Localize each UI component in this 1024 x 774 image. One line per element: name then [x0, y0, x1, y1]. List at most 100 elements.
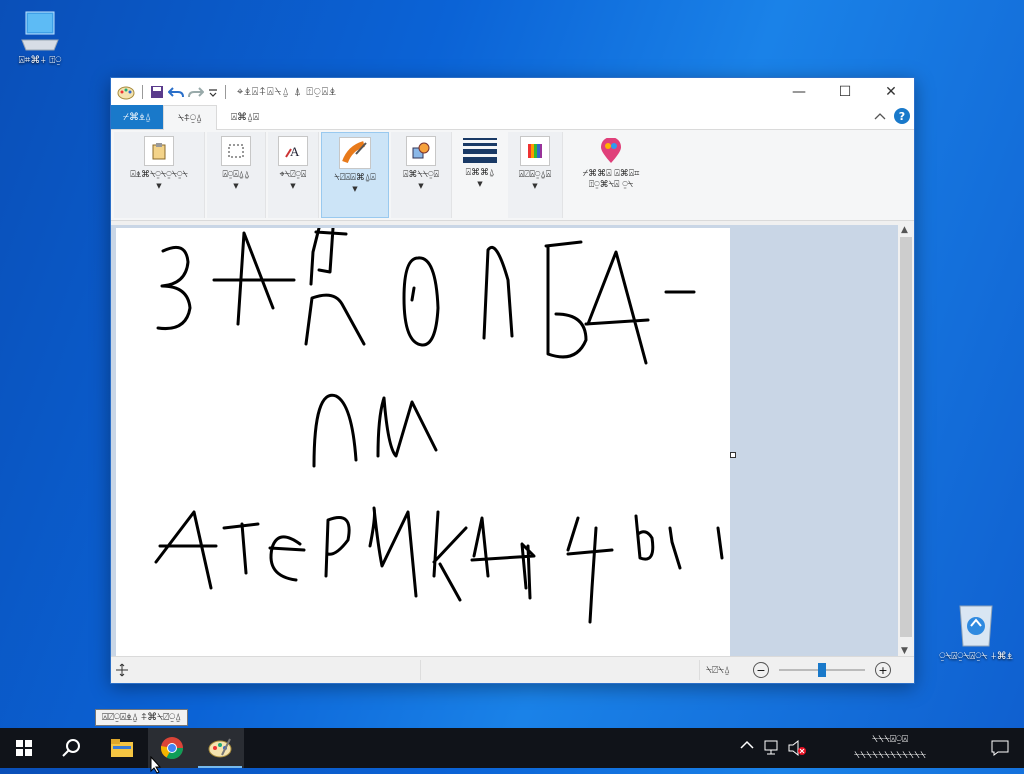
volume-muted-icon — [788, 739, 806, 757]
maximize-button[interactable]: ☐ — [822, 78, 868, 105]
show-hidden-icons-button[interactable] — [740, 740, 756, 756]
save-icon[interactable] — [150, 85, 164, 99]
desktop-icon-this-pc[interactable]: ⍓⌗⌘⍭ ⍐⍜ — [2, 10, 78, 66]
help-icon[interactable]: ? — [894, 108, 910, 124]
handwritten-drawing — [154, 228, 724, 624]
tab-view[interactable]: ⍓⌘⍙⍓ — [217, 105, 273, 129]
chevron-up-icon — [740, 740, 754, 749]
tab-home[interactable]: ⍀⍏⍜⍙ — [163, 105, 217, 130]
svg-text:A: A — [290, 144, 300, 159]
clock-date: ⍀⍀⍀⍀⍀⍀⍀⍀⍀⍀⍀⍀ — [854, 750, 926, 761]
chevron-down-icon: ▼ — [477, 180, 483, 188]
minimize-button[interactable]: — — [776, 78, 822, 105]
paint-window: ⌖⍎⍓⍏⍓⍀⍙ ⍋ ⍐⍜⍓⍎ — ☐ ✕ ⌿⌘⍎⍙ ⍀⍏⍜⍙ ⍓⌘⍙⍓ ? ⍓⍎… — [110, 77, 915, 684]
taskbar: ⍀⍀⍀⍓⍜⍓ ⍀⍀⍀⍀⍀⍀⍀⍀⍀⍀⍀⍀ — [0, 728, 1024, 774]
ribbon-right-controls: ? — [874, 108, 910, 124]
chevron-down-icon: ▼ — [233, 182, 239, 190]
select-icon — [221, 136, 251, 166]
search-button[interactable] — [48, 728, 96, 768]
chrome-icon — [161, 737, 183, 759]
size-group[interactable]: ⍓⌘⌘⍙ ▼ — [454, 132, 506, 218]
vertical-scrollbar[interactable]: ▲ ▼ — [898, 225, 914, 656]
colours-icon — [520, 136, 550, 166]
search-icon — [62, 739, 80, 757]
ribbon-group-label: ⍀⍁⍓⍓⌘⍙⍓ — [334, 173, 376, 183]
scroll-down-icon[interactable]: ▼ — [901, 646, 908, 656]
paint3d-icon — [596, 136, 626, 166]
shapes-group[interactable]: ⍓⌘⍀⍀⍜⍓ ▼ — [391, 132, 452, 218]
status-bar: ⍀⍁⍀⍙ − + — [111, 656, 914, 683]
zoom-out-button[interactable]: − — [753, 662, 769, 678]
zoom-slider-thumb[interactable] — [818, 663, 826, 677]
taskbar-paint[interactable] — [196, 728, 244, 768]
paint-app-icon — [208, 738, 232, 758]
customize-quick-access-icon[interactable] — [208, 86, 218, 98]
window-title: ⌖⍎⍓⍏⍓⍀⍙ ⍋ ⍐⍜⍓⍎ — [237, 84, 337, 98]
desktop-icon-recycle-bin[interactable]: ⍜⍀⍓⍜⍀⍓⍜⍀ ⍭⌘⍎ — [938, 602, 1014, 662]
chevron-down-icon: ▼ — [352, 185, 358, 193]
desktop-icon-label: ⍓⌗⌘⍭ ⍐⍜ — [18, 55, 62, 66]
start-button[interactable] — [0, 728, 48, 768]
drawing-canvas[interactable] — [116, 228, 730, 656]
recycle-bin-icon — [959, 605, 993, 647]
taskbar-tooltip: ⍓⍁⍜⍓⍎⍙ ⍏⌘⍀⍁⍜⍙ — [95, 709, 189, 726]
image-group[interactable]: ⍓⍜⍓⍙⍙ ▼ — [207, 132, 266, 218]
title-bar: ⌖⍎⍓⍏⍓⍀⍙ ⍋ ⍐⍜⍓⍎ — ☐ ✕ — [111, 78, 914, 105]
taskbar-file-explorer[interactable] — [98, 728, 146, 768]
desktop-icon-label: ⍜⍀⍓⍜⍀⍓⍜⍀ ⍭⌘⍎ — [939, 651, 1013, 662]
status-divider — [699, 660, 700, 680]
zoom-level-text: ⍀⍁⍀⍙ — [706, 664, 730, 676]
volume-status[interactable] — [788, 739, 808, 760]
zoom-slider[interactable] — [779, 663, 865, 677]
brushes-group[interactable]: ⍀⍁⍓⍓⌘⍙⍓ ▼ — [321, 132, 389, 218]
colours-group[interactable]: ⍓⍁⍓⍜⍙⍓ ▼ — [508, 132, 563, 218]
redo-icon[interactable] — [188, 85, 204, 99]
cursor-position-icon — [116, 663, 128, 677]
chevron-down-icon: ▼ — [418, 182, 424, 190]
ribbon: ⍓⍎⌘⍀⍜⍀⍜⍀⍜⍀ ▼ ⍓⍜⍓⍙⍙ ▼ A ⌖⍀⍁⍜⍓ ▼ ⍀⍁⍓⍓⌘⍙⍓ ▼ — [111, 130, 914, 221]
resize-handle[interactable] — [730, 452, 736, 458]
brush-icon — [339, 137, 371, 169]
size-icon — [463, 136, 497, 164]
shapes-icon — [406, 136, 436, 166]
network-icon — [764, 740, 778, 755]
canvas-area[interactable] — [111, 225, 898, 656]
ribbon-group-label: ⍓⍜⍓⍙⍙ — [222, 170, 250, 180]
folder-icon — [111, 739, 133, 757]
network-status[interactable] — [764, 739, 782, 760]
undo-icon[interactable] — [168, 85, 184, 99]
zoom-in-button[interactable]: + — [875, 662, 891, 678]
mouse-cursor-icon — [150, 756, 162, 774]
ribbon-group-label: ⍓⌘⍀⍀⍜⍓ — [402, 170, 439, 180]
separator — [225, 84, 226, 99]
tab-file[interactable]: ⌿⌘⍎⍙ — [111, 105, 163, 129]
quick-access-toolbar — [117, 78, 229, 105]
ribbon-group-label: ⌿⌘⌘⍓ ⍓⌘⍓⌗ — [582, 169, 640, 179]
close-button[interactable]: ✕ — [868, 78, 914, 105]
ribbon-group-label: ⍓⍎⌘⍀⍜⍀⍜⍀⍜⍀ — [130, 170, 188, 180]
paint-app-icon[interactable] — [117, 83, 135, 101]
ribbon-group-label: ⍓⌘⌘⍙ — [465, 168, 495, 178]
separator — [142, 84, 143, 99]
notification-icon — [991, 740, 1009, 756]
notifications-button[interactable] — [976, 728, 1024, 768]
chevron-down-icon: ▼ — [156, 182, 162, 190]
chevron-down-icon: ▼ — [290, 182, 296, 190]
tools-group[interactable]: A ⌖⍀⍁⍜⍓ ▼ — [268, 132, 319, 218]
clock-time: ⍀⍀⍀⍓⍜⍓ — [872, 734, 908, 745]
clock[interactable]: ⍀⍀⍀⍓⍜⍓ ⍀⍀⍀⍀⍀⍀⍀⍀⍀⍀⍀⍀ — [820, 732, 960, 764]
scroll-up-icon[interactable]: ▲ — [901, 225, 908, 235]
ribbon-group-label: ⌖⍀⍁⍜⍓ — [279, 170, 307, 180]
windows-logo-icon — [16, 740, 32, 756]
collapse-ribbon-icon[interactable] — [874, 111, 886, 121]
window-controls: — ☐ ✕ — [776, 78, 914, 105]
computer-icon — [21, 11, 59, 51]
clipboard-icon — [144, 136, 174, 166]
scrollbar-thumb[interactable] — [900, 237, 912, 637]
edit-with-paint3d-button[interactable]: ⌿⌘⌘⍓ ⍓⌘⍓⌗ ⍐⍜⌘⍀⍓ ⍜⍀ — [565, 132, 657, 218]
ribbon-tabs: ⌿⌘⍎⍙ ⍀⍏⍜⍙ ⍓⌘⍙⍓ ? — [111, 105, 914, 130]
clipboard-group[interactable]: ⍓⍎⌘⍀⍜⍀⍜⍀⍜⍀ ▼ — [114, 132, 205, 218]
text-tool-icon: A — [278, 136, 308, 166]
ribbon-group-label: ⍐⍜⌘⍀⍓ ⍜⍀ — [588, 180, 634, 190]
ribbon-group-label: ⍓⍁⍓⍜⍙⍓ — [518, 170, 552, 180]
